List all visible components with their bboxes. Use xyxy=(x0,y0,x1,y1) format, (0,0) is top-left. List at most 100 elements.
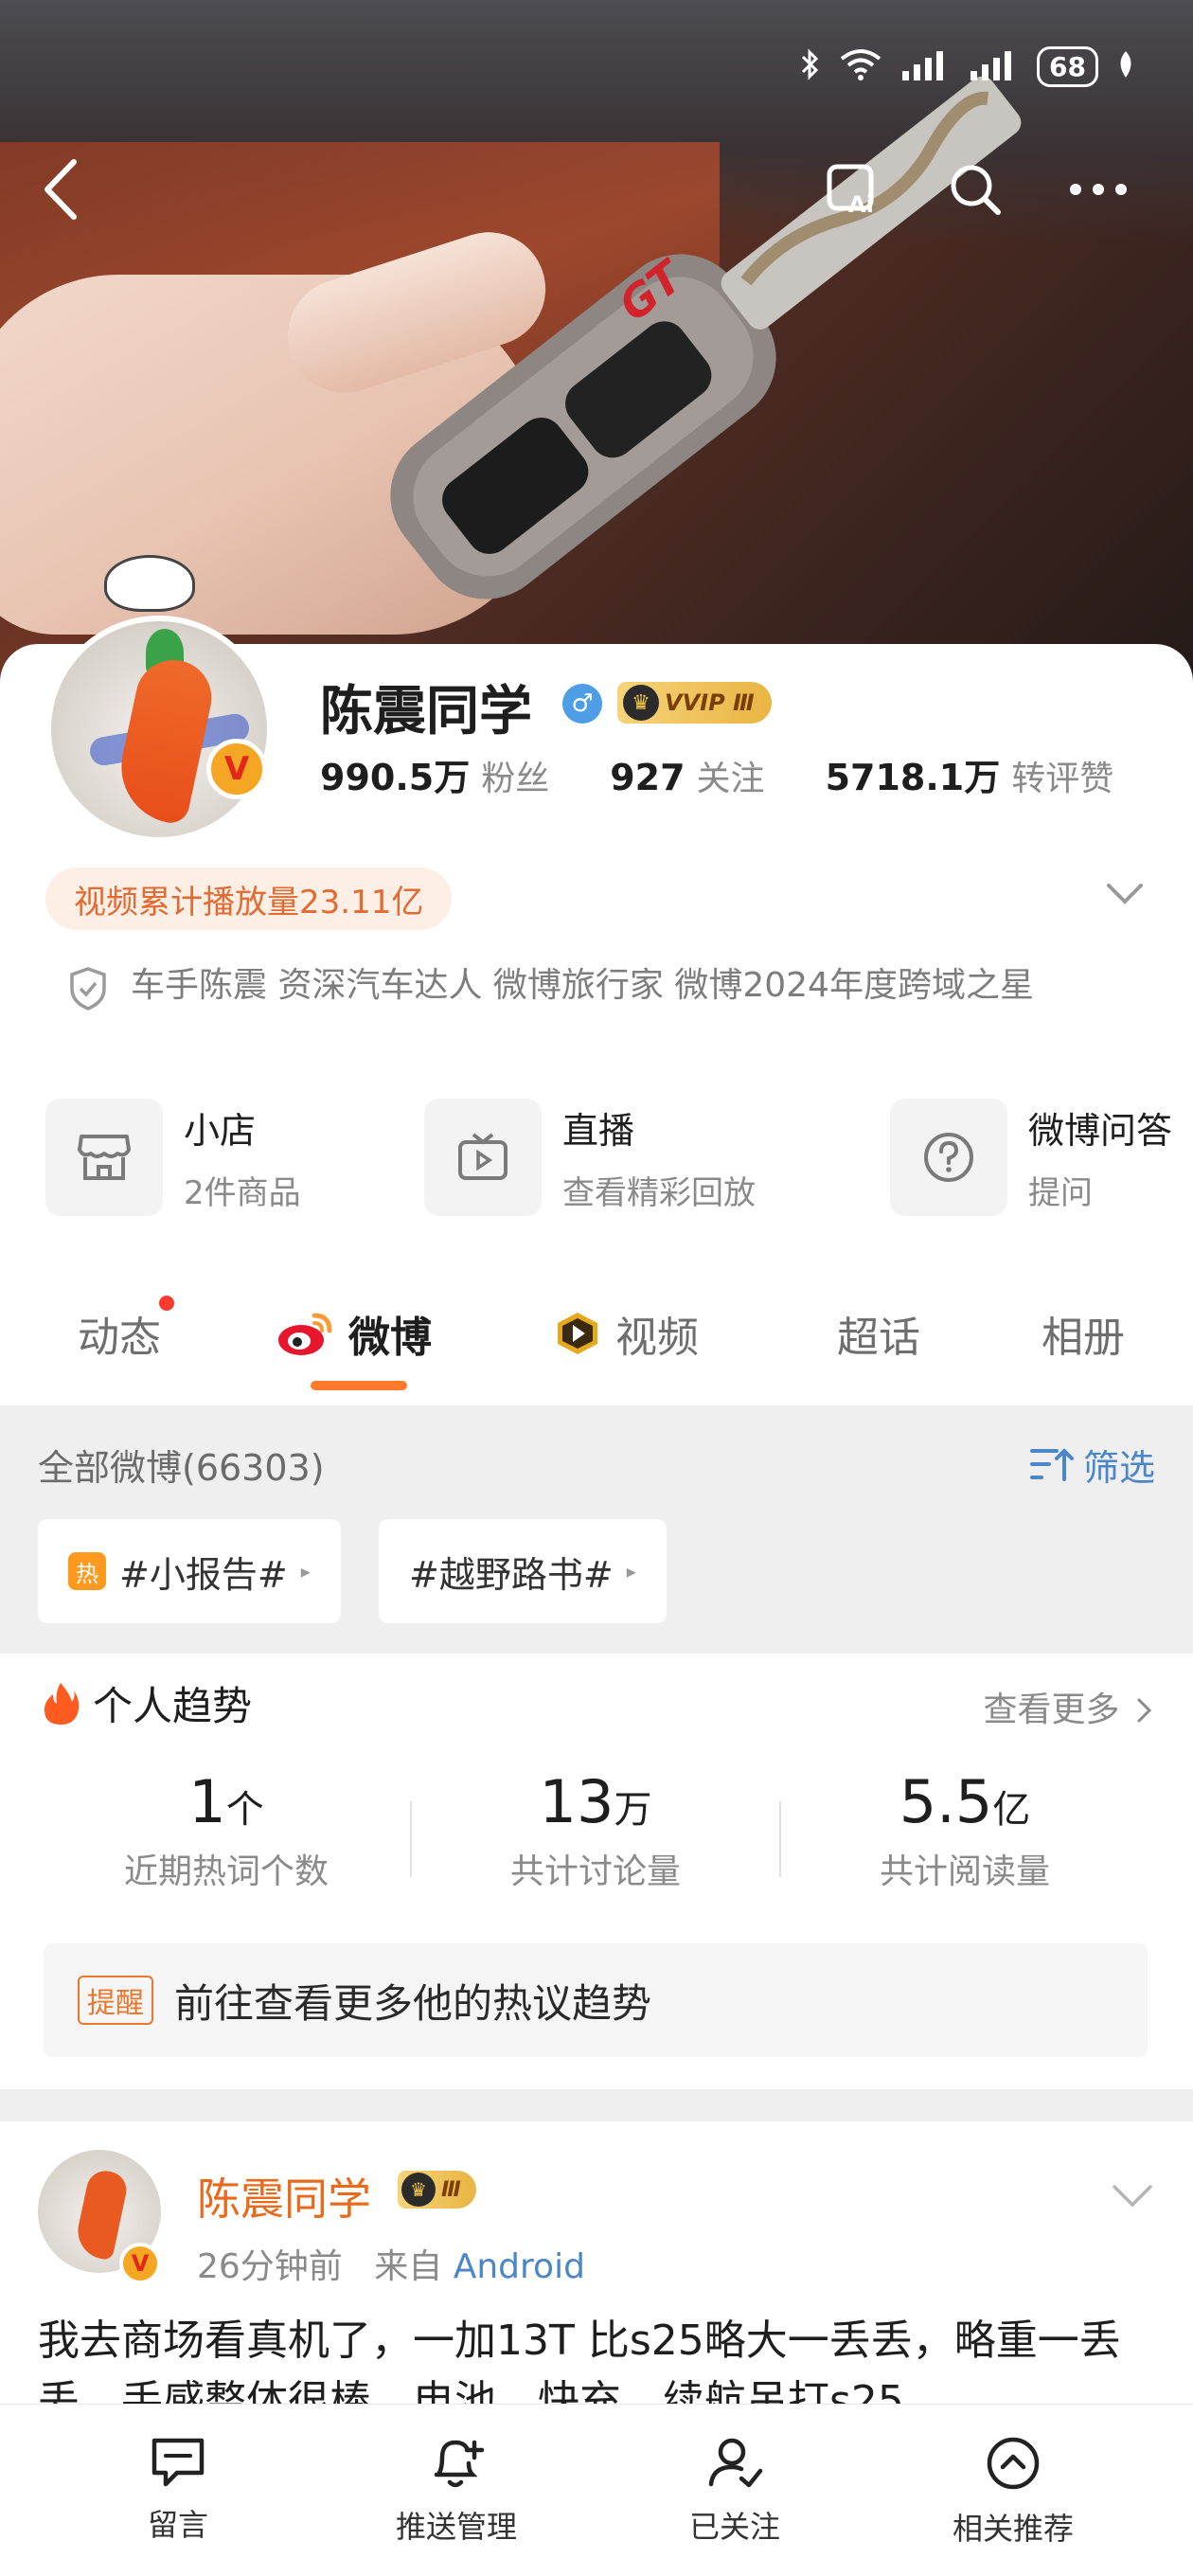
status-bar: 68 xyxy=(800,38,1136,95)
service-title: 直播 xyxy=(562,1110,635,1152)
hot-tag: 热 xyxy=(68,1552,106,1590)
trend-label: 共计阅读量 xyxy=(879,1852,1050,1891)
unread-dot xyxy=(159,1296,174,1311)
vvip-badge[interactable]: ♛ VVIP Ⅲ xyxy=(617,682,772,724)
services-row: 小店 2件商品 直播 查看精彩回放 微博问答 提问 xyxy=(45,1099,1193,1222)
wifi-icon xyxy=(838,47,883,85)
stat-following[interactable]: 927 关注 xyxy=(610,751,764,800)
remind-tag: 提醒 xyxy=(78,1976,153,2025)
trend-item-discussion[interactable]: 13万 共计讨论量 xyxy=(411,1767,780,1893)
post-from-prefix: 来自 xyxy=(374,2247,443,2286)
search-button[interactable] xyxy=(937,152,1013,227)
stat-value: 990.5万 xyxy=(320,757,471,798)
post-author-name[interactable]: 陈震同学 xyxy=(197,2165,371,2227)
trend-value: 5.5 xyxy=(899,1767,993,1836)
more-button[interactable] xyxy=(1060,152,1136,227)
all-posts-count[interactable]: 全部微博(66303) xyxy=(38,1439,325,1491)
post-time: 26分钟前 xyxy=(197,2247,343,2286)
signal-icon-2 xyxy=(969,48,1020,84)
tab-label: 相册 xyxy=(1042,1314,1125,1362)
bottom-action-bar: 留言 推送管理 已关注 相关推荐 xyxy=(0,2404,1193,2576)
question-icon xyxy=(890,1099,1007,1216)
service-live[interactable]: 直播 查看精彩回放 xyxy=(424,1099,756,1216)
avatar-pendant xyxy=(104,555,195,612)
store-icon xyxy=(45,1099,163,1216)
weibo-logo-icon xyxy=(278,1313,332,1355)
battery-indicator: 68 xyxy=(1037,45,1098,87)
back-button[interactable] xyxy=(23,152,98,227)
trend-item-hot-words[interactable]: 1个 近期热词个数 xyxy=(42,1767,411,1893)
bottom-label: 留言 xyxy=(147,2507,208,2543)
filter-icon xyxy=(1029,1448,1074,1481)
trend-value: 1 xyxy=(188,1767,226,1836)
tab-label: 微博 xyxy=(348,1314,432,1362)
chip-label: #小报告# xyxy=(119,1553,288,1596)
verification-text: 车手陈震 资深汽车达人 微博旅行家 微博2024年度跨域之星 xyxy=(131,966,1034,1005)
search-icon xyxy=(951,165,1001,215)
post-card[interactable]: V 陈震同学 ♛ Ⅲ 26分钟前 来自 Android 我去商场看真机了，一加1… xyxy=(0,2121,1193,2406)
stat-label: 关注 xyxy=(696,760,765,798)
expand-profile-button[interactable] xyxy=(1106,883,1144,909)
post-meta: 26分钟前 来自 Android xyxy=(197,2239,585,2288)
video-play-icon xyxy=(558,1313,597,1354)
stat-fans[interactable]: 990.5万 粉丝 xyxy=(320,748,549,800)
post-source[interactable]: Android xyxy=(454,2247,585,2286)
service-title: 微博问答 xyxy=(1028,1110,1173,1152)
video-play-count-badge[interactable]: 视频累计播放量23.11亿 xyxy=(45,868,453,930)
topic-chip-offroad[interactable]: #越野路书# ▸ xyxy=(379,1519,667,1623)
bottom-label: 相关推荐 xyxy=(952,2511,1074,2547)
ai-image-button[interactable]: Ai xyxy=(814,152,890,227)
user-check-icon xyxy=(708,2438,763,2488)
service-qa[interactable]: 微博问答 提问 xyxy=(890,1099,1172,1216)
chevron-down-icon xyxy=(1107,884,1143,904)
service-subtitle: 查看精彩回放 xyxy=(562,1174,756,1212)
profile-name: 陈震同学 xyxy=(320,681,532,742)
trend-label: 共计讨论量 xyxy=(509,1852,681,1891)
filter-label: 筛选 xyxy=(1082,1446,1155,1489)
tab-album[interactable]: 相册 xyxy=(1042,1303,1125,1364)
comment-button[interactable]: 留言 xyxy=(64,2435,292,2545)
related-recommend-button[interactable]: 相关推荐 xyxy=(899,2435,1127,2549)
stat-value: 927 xyxy=(610,757,686,798)
post-text[interactable]: 我去商场看真机了，一加13T 比s25略大一丢丢，略重一丢丢，手感整体很棒，电池… xyxy=(38,2311,1155,2406)
post-menu-button[interactable] xyxy=(1112,2184,1153,2212)
ai-image-icon: Ai xyxy=(827,164,874,218)
avatar[interactable] xyxy=(45,616,273,843)
topic-chip-report[interactable]: 热 #小报告# ▸ xyxy=(38,1519,341,1623)
crown-icon: ♛ xyxy=(401,2173,436,2207)
verification-info: 车手陈震 资深汽车达人 微博旅行家 微博2024年度跨域之星 xyxy=(68,962,1072,1011)
chevron-down-icon xyxy=(1113,2185,1152,2208)
more-dots-icon xyxy=(1070,184,1127,195)
active-tab-indicator xyxy=(311,1381,407,1390)
stat-interactions[interactable]: 5718.1万 转评赞 xyxy=(826,748,1114,800)
profile-stats: 990.5万 粉丝 927 关注 5718.1万 转评赞 xyxy=(320,748,1113,800)
stat-label: 粉丝 xyxy=(481,760,550,798)
tab-label: 超话 xyxy=(837,1314,920,1362)
following-button[interactable]: 已关注 xyxy=(621,2435,848,2547)
tab-label: 视频 xyxy=(615,1314,699,1362)
back-arrow-icon xyxy=(45,159,77,220)
tab-activity[interactable]: 动态 xyxy=(78,1296,174,1364)
trend-reminder-banner[interactable]: 提醒 前往查看更多他的热议趋势 xyxy=(44,1943,1148,2057)
filter-button[interactable]: 筛选 xyxy=(1028,1439,1155,1491)
post-vip-label: Ⅲ xyxy=(441,2177,461,2202)
personal-trend-card: 个人趋势 查看更多 1个 近期热词个数 13万 共计讨论量 5.5亿 共计阅读量… xyxy=(0,1654,1193,2089)
push-management-button[interactable]: 推送管理 xyxy=(343,2435,570,2547)
tab-weibo[interactable]: 微博 xyxy=(276,1303,432,1364)
feed-filter-bar: 全部微博(66303) 筛选 xyxy=(38,1436,1155,1493)
bell-add-icon xyxy=(434,2440,485,2488)
triangle-right-icon: ▸ xyxy=(300,1560,311,1583)
tab-video[interactable]: 视频 xyxy=(553,1303,699,1364)
trend-unit: 万 xyxy=(614,1788,652,1832)
trend-unit: 个 xyxy=(225,1788,264,1832)
service-store[interactable]: 小店 2件商品 xyxy=(45,1099,301,1216)
trend-unit: 亿 xyxy=(992,1788,1031,1832)
trend-see-more-link[interactable]: 查看更多 xyxy=(984,1682,1153,1731)
tab-super-topic[interactable]: 超话 xyxy=(837,1303,920,1364)
svg-text:Ai: Ai xyxy=(848,191,874,218)
tv-icon xyxy=(424,1099,542,1216)
trend-item-reads[interactable]: 5.5亿 共计阅读量 xyxy=(780,1767,1149,1893)
post-vip-badge[interactable]: ♛ Ⅲ xyxy=(398,2171,476,2209)
shield-icon xyxy=(70,967,106,1011)
stat-label: 转评赞 xyxy=(1011,760,1114,798)
